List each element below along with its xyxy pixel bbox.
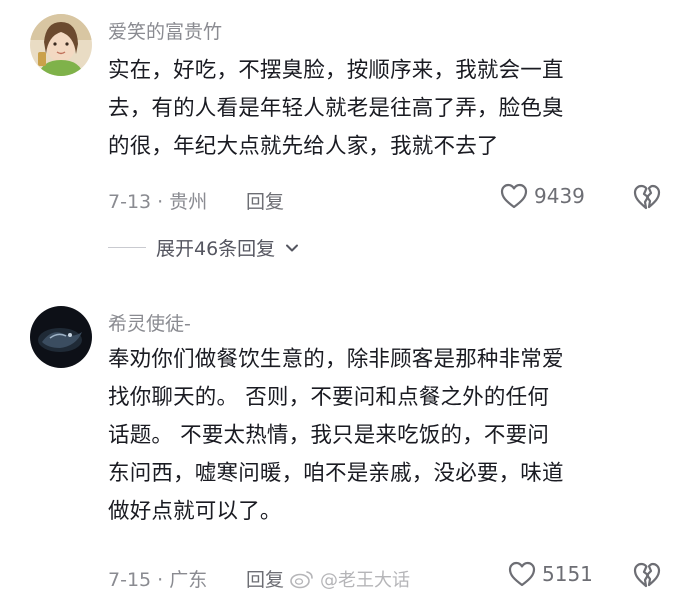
username[interactable]: 希灵使徒- (108, 309, 191, 336)
comment-text-line: 奉劝你们做餐饮生意的，除非顾客是那种非常爱 (108, 347, 564, 372)
comment-text: 实在，好吃，不摆臭脸，按顺序来，我就会一直 去，有的人看是年轻人就老是往高了弄，… (108, 52, 674, 166)
expand-replies-button[interactable]: 展开46条回复 (108, 234, 299, 261)
comment-text-line: 的很，年纪大点就先给人家，我就不去了 (108, 134, 499, 159)
reply-button[interactable]: 回复 (246, 187, 284, 214)
watermark: @老王大话 (290, 566, 410, 592)
like-button[interactable]: 9439 (500, 183, 585, 209)
like-count: 5151 (542, 562, 593, 586)
heart-outline-icon (508, 561, 536, 587)
weibo-logo-icon (290, 571, 313, 589)
comment-date-location: 7-13 · 贵州 (108, 191, 208, 213)
comment-text-line: 实在，好吃，不摆臭脸，按顺序来，我就会一直 (108, 58, 564, 83)
expand-replies-label: 展开46条回复 (156, 238, 276, 260)
heart-outline-icon (500, 183, 528, 209)
divider-dash (108, 247, 146, 248)
avatar-image (30, 14, 92, 76)
avatar-image (30, 306, 92, 368)
broken-heart-icon (633, 562, 661, 588)
chevron-down-icon (286, 244, 299, 251)
comment-text-line: 做好点就可以了。 (108, 499, 282, 524)
comment-text-line: 东问西，嘘寒问暖，咱不是亲戚，没必要，味道 (108, 461, 564, 486)
comment-text-line: 话题。 不要太热情，我只是来吃饭的，不要问 (108, 423, 550, 448)
like-count: 9439 (534, 184, 585, 208)
comment-text-line: 去，有的人看是年轻人就老是往高了弄，脸色臭 (108, 96, 564, 121)
avatar[interactable] (30, 306, 92, 368)
comment-text-line: 找你聊天的。 否则，不要问和点餐之外的任何 (108, 385, 550, 410)
watermark-text: @老王大话 (320, 570, 410, 591)
avatar[interactable] (30, 14, 92, 76)
like-button[interactable]: 5151 (508, 561, 593, 587)
comment-date-location: 7-15 · 广东 (108, 569, 208, 591)
comment-text: 奉劝你们做餐饮生意的，除非顾客是那种非常爱 找你聊天的。 否则，不要问和点餐之外… (108, 341, 674, 531)
reply-button[interactable]: 回复 (246, 565, 284, 592)
dislike-button[interactable] (633, 562, 661, 592)
dislike-button[interactable] (633, 184, 661, 214)
broken-heart-icon (633, 184, 661, 210)
username[interactable]: 爱笑的富贵竹 (108, 17, 222, 44)
